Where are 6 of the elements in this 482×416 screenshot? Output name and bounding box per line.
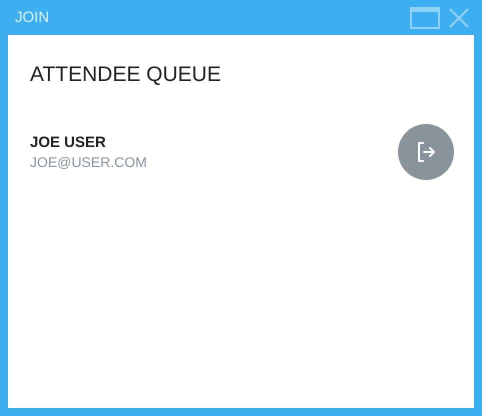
maximize-icon[interactable] <box>410 6 440 28</box>
window-title: JOIN <box>15 9 50 26</box>
attendee-name: JOE USER <box>30 134 107 151</box>
attendee-email: JOE@USER.COM <box>30 154 147 170</box>
close-icon[interactable] <box>448 6 470 28</box>
queue-heading: ATTENDEE QUEUE <box>30 63 222 87</box>
